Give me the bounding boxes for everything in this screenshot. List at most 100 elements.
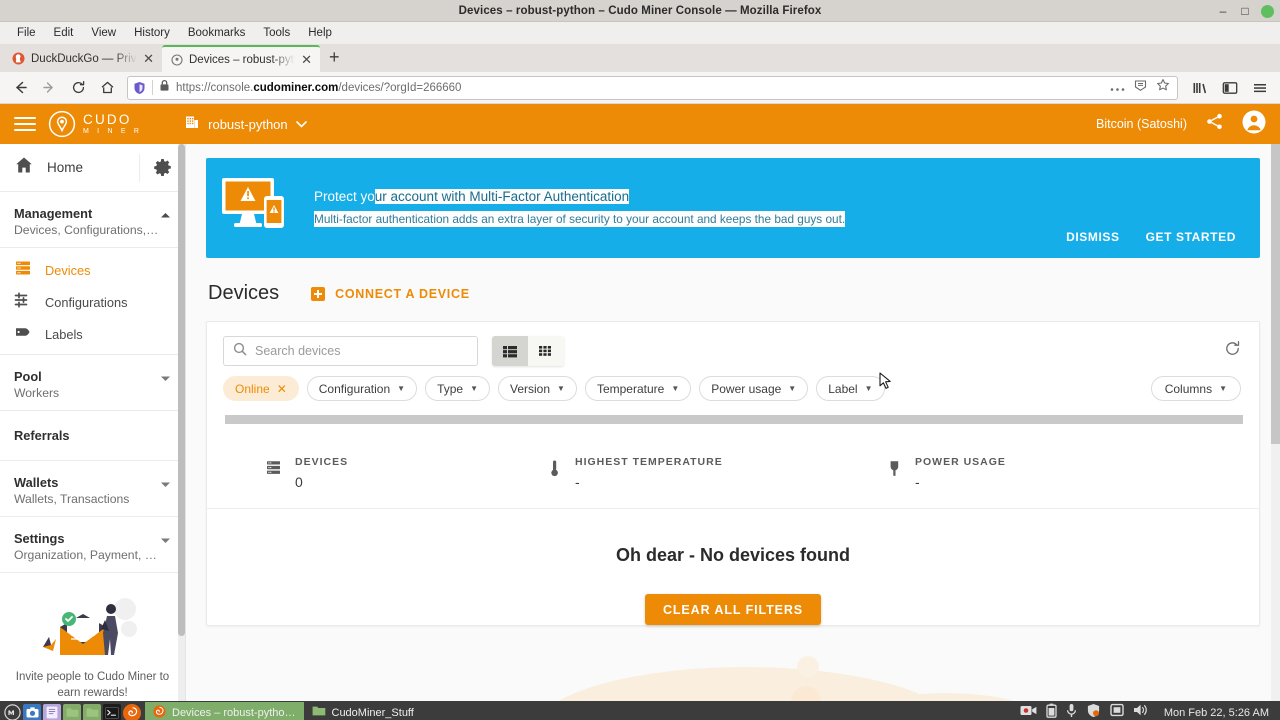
menu-tools[interactable]: Tools — [254, 25, 299, 41]
grid-view-icon[interactable] — [528, 336, 564, 366]
sidebar-icon[interactable] — [1217, 75, 1243, 101]
sidebar-item-configurations[interactable]: Configurations — [0, 286, 185, 318]
sidebar-group-wallets[interactable]: Wallets Wallets, Transactions — [0, 461, 185, 517]
close-button[interactable] — [1261, 4, 1274, 18]
tracking-protection-shield-icon[interactable] — [133, 81, 146, 95]
reader-view-icon[interactable] — [1134, 79, 1147, 97]
firefox-icon[interactable] — [123, 703, 141, 720]
volume-icon[interactable] — [1133, 703, 1149, 720]
mouse-cursor — [879, 372, 892, 396]
filter-chip-label: Power usage — [711, 381, 782, 396]
stat-label: POWER USAGE — [915, 456, 1006, 468]
columns-dropdown[interactable]: Columns ▼ — [1150, 376, 1241, 401]
sidebar-referral-promo[interactable]: Invite people to Cudo Miner to earn rewa… — [0, 573, 185, 701]
filter-chip-label[interactable]: Label ▼ — [816, 376, 885, 401]
sidebar-item-home[interactable]: Home — [0, 144, 185, 192]
new-tab-button[interactable]: + — [320, 48, 349, 68]
filter-chip-temperature[interactable]: Temperature ▼ — [584, 376, 692, 401]
sidebar-group-pool[interactable]: Pool Workers — [0, 354, 185, 411]
menu-file[interactable]: File — [8, 25, 45, 41]
clear-all-filters-button[interactable]: CLEAR ALL FILTERS — [644, 594, 822, 625]
menu-edit[interactable]: Edit — [45, 25, 83, 41]
browser-tab-devices[interactable]: Devices – robust-python – C ✕ — [162, 45, 320, 72]
home-icon[interactable] — [94, 75, 120, 101]
sidebar-item-labels[interactable]: Labels — [0, 318, 185, 350]
close-icon[interactable]: ✕ — [143, 52, 154, 65]
refresh-icon[interactable] — [1224, 340, 1241, 362]
sidebar-group-management[interactable]: Management Devices, Configurations,… — [0, 192, 185, 248]
search-placeholder: Search devices — [255, 344, 341, 358]
menu-history[interactable]: History — [125, 25, 179, 41]
filter-chip-online[interactable]: Online ✕ — [223, 376, 299, 401]
cudo-miner-logo[interactable]: CUDO M I N E R — [48, 110, 142, 138]
filter-chip-label: Label — [828, 381, 858, 396]
caret-down-icon[interactable] — [160, 536, 171, 546]
dismiss-button[interactable]: DISMISS — [1066, 230, 1120, 244]
mfa-banner-title: Protect your account with Multi-Factor A… — [314, 189, 630, 204]
minimize-button[interactable]: – — [1217, 5, 1229, 17]
reload-icon[interactable] — [65, 75, 91, 101]
hamburger-icon[interactable] — [14, 117, 36, 131]
recording-icon[interactable] — [1020, 704, 1037, 720]
search-input[interactable]: Search devices — [223, 336, 478, 366]
share-icon[interactable] — [1205, 112, 1224, 136]
chevron-down-icon[interactable] — [295, 115, 307, 133]
sidebar-item-devices[interactable]: Devices — [0, 254, 185, 286]
library-icon[interactable] — [1187, 75, 1213, 101]
org-selector[interactable]: robust-python — [184, 114, 307, 135]
caret-down-icon[interactable] — [160, 374, 171, 384]
caret-up-icon[interactable] — [160, 211, 171, 221]
folder-icon — [312, 705, 326, 720]
sidebar-scrollbar-thumb[interactable] — [178, 144, 185, 636]
close-icon[interactable]: ✕ — [277, 382, 287, 396]
taskbar-window-label: Devices – robust-pytho… — [172, 706, 296, 719]
devices-toolbar: Search devices — [207, 322, 1259, 376]
page-actions-icon[interactable] — [1110, 79, 1125, 97]
files-icon[interactable] — [63, 703, 81, 720]
horizontal-scrollbar[interactable] — [225, 415, 1243, 424]
list-view-icon[interactable] — [492, 336, 528, 366]
menu-help[interactable]: Help — [299, 25, 341, 41]
caret-down-icon[interactable] — [160, 480, 171, 490]
filter-chip-power-usage[interactable]: Power usage ▼ — [699, 376, 809, 401]
notes-icon[interactable] — [43, 703, 61, 720]
folder-icon[interactable] — [83, 703, 101, 720]
back-icon[interactable] — [7, 75, 33, 101]
menu-view[interactable]: View — [82, 25, 125, 41]
sidebar-group-settings[interactable]: Settings Organization, Payment, … — [0, 517, 185, 573]
sidebar-scrollbar[interactable] — [178, 144, 185, 701]
taskbar-window-firefox[interactable]: Devices – robust-pytho… — [145, 702, 304, 720]
menu-bookmarks[interactable]: Bookmarks — [179, 25, 255, 41]
connect-a-device-button[interactable]: CONNECT A DEVICE — [311, 286, 470, 301]
forward-icon[interactable] — [36, 75, 62, 101]
filter-chip-configuration[interactable]: Configuration ▼ — [306, 376, 418, 401]
currency-selector[interactable]: Bitcoin (Satoshi) — [1096, 117, 1187, 131]
filter-chip-version[interactable]: Version ▼ — [498, 376, 577, 401]
filter-chip-type[interactable]: Type ▼ — [425, 376, 490, 401]
shield-icon[interactable] — [1086, 703, 1101, 720]
lock-icon[interactable] — [159, 79, 170, 97]
taskbar-clock[interactable]: Mon Feb 22, 5:26 AM — [1158, 707, 1269, 719]
sidebar-promo-text: Invite people to Cudo Miner to earn rewa… — [15, 671, 170, 699]
app-menu-icon[interactable] — [1247, 75, 1273, 101]
browser-tab-duckduckgo[interactable]: DuckDuckGo — Privacy, sim ✕ — [4, 45, 162, 72]
terminal-icon[interactable] — [103, 703, 121, 720]
screenshot-icon[interactable] — [23, 703, 41, 720]
sidebar-item-referrals[interactable]: Referrals — [0, 411, 185, 461]
url-bar[interactable]: https://console.cudominer.com/devices/?o… — [127, 75, 1178, 100]
bookmark-star-icon[interactable] — [1156, 78, 1170, 97]
microphone-icon[interactable] — [1066, 703, 1077, 720]
chevron-down-icon: ▼ — [470, 384, 478, 393]
battery-icon[interactable] — [1046, 703, 1057, 720]
maximize-button[interactable]: □ — [1239, 5, 1251, 17]
display-icon[interactable] — [1110, 703, 1124, 720]
get-started-button[interactable]: GET STARTED — [1146, 230, 1236, 244]
main-scrollbar-thumb[interactable] — [1271, 144, 1280, 444]
main-scrollbar[interactable] — [1271, 144, 1280, 701]
account-icon[interactable] — [1242, 110, 1266, 139]
mint-menu-icon[interactable] — [3, 704, 21, 720]
view-toggle-group — [492, 336, 564, 366]
taskbar-window-cudominer-stuff[interactable]: CudoMiner_Stuff — [304, 702, 422, 720]
browser-tabstrip: DuckDuckGo — Privacy, sim ✕ Devices – ro… — [0, 44, 1280, 72]
close-icon[interactable]: ✕ — [301, 53, 312, 66]
